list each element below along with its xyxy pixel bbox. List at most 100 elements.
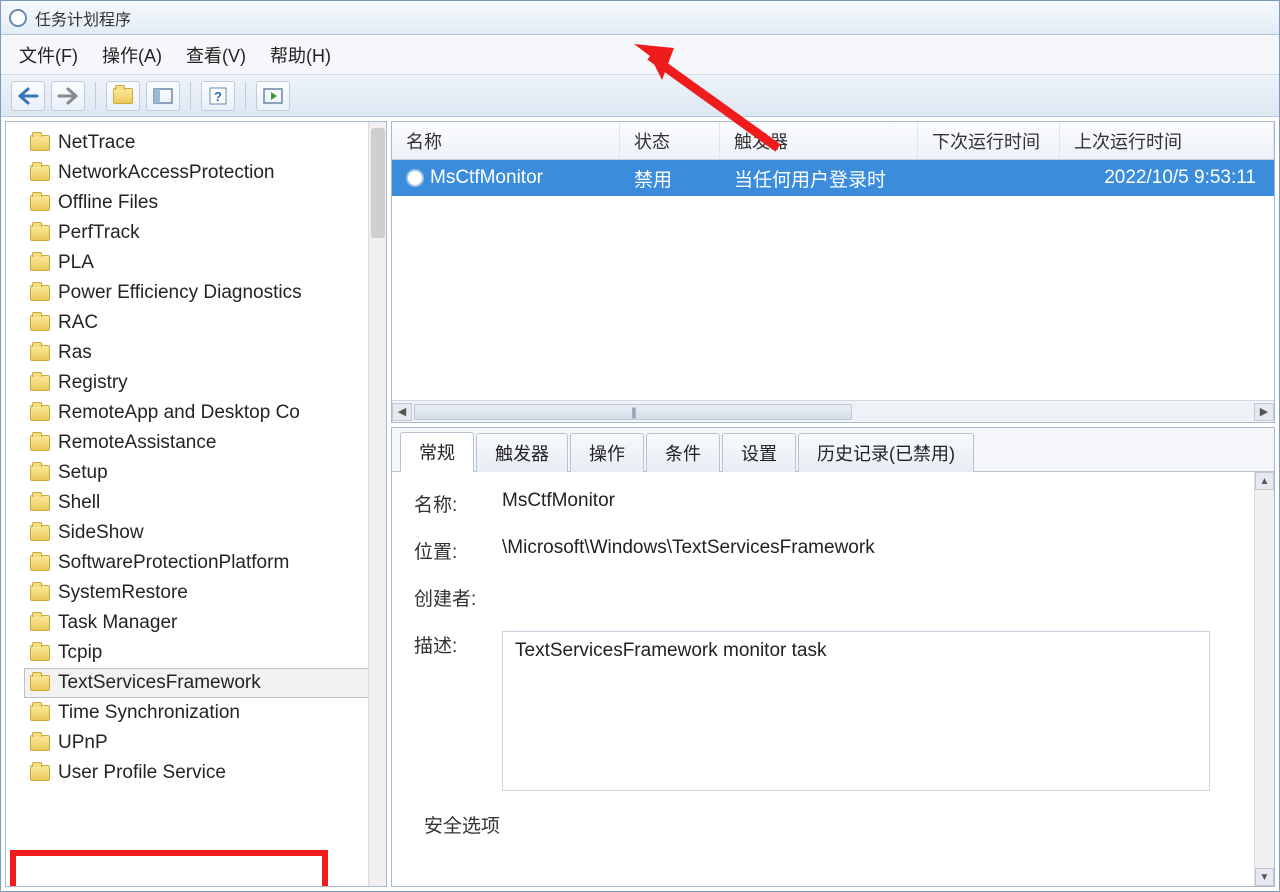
menu-action[interactable]: 操作(A) [102, 42, 162, 68]
cell-status: 禁用 [620, 160, 720, 196]
tab-actions[interactable]: 操作 [570, 433, 644, 472]
toolbar-separator [95, 82, 96, 110]
toolbar-separator [190, 82, 191, 110]
task-list-hscrollbar[interactable]: ◀ ||| ▶ [392, 400, 1274, 422]
cell-trigger: 当任何用户登录时 [720, 160, 918, 196]
tree-scrollbar-thumb[interactable] [371, 128, 385, 238]
detail-body: 名称: MsCtfMonitor 位置: \Microsoft\Windows\… [392, 472, 1274, 886]
menu-view[interactable]: 查看(V) [186, 42, 246, 68]
up-folder-button[interactable] [106, 81, 140, 111]
tree-scrollbar[interactable] [368, 122, 386, 886]
tab-general[interactable]: 常规 [400, 432, 474, 472]
tree-item[interactable]: SoftwareProtectionPlatform [24, 548, 386, 578]
right-pane: 名称 状态 触发器 下次运行时间 上次运行时间 MsCtfMonitor 禁用 … [389, 117, 1279, 891]
tree-item-label: RemoteApp and Desktop Co [58, 402, 300, 424]
nav-forward-button[interactable] [51, 81, 85, 111]
tree-item[interactable]: Power Efficiency Diagnostics [24, 278, 386, 308]
titlebar: 任务计划程序 [1, 1, 1279, 35]
vscroll-track[interactable] [1255, 490, 1274, 868]
folder-icon [30, 555, 50, 571]
menu-help[interactable]: 帮助(H) [270, 42, 331, 68]
task-row[interactable]: MsCtfMonitor 禁用 当任何用户登录时 2022/10/5 9:53:… [392, 160, 1274, 196]
detail-scrollbar[interactable]: ▲ ▼ [1254, 472, 1274, 886]
label-location: 位置: [414, 537, 502, 564]
folder-icon [30, 345, 50, 361]
col-status[interactable]: 状态 [620, 122, 720, 159]
tree-item[interactable]: UPnP [24, 728, 386, 758]
folder-icon [30, 255, 50, 271]
label-description: 描述: [414, 631, 502, 658]
tree-item[interactable]: Shell [24, 488, 386, 518]
detail-pane: 常规 触发器 操作 条件 设置 历史记录(已禁用) 名称: MsCtfMonit… [391, 427, 1275, 887]
vscroll-up[interactable]: ▲ [1255, 472, 1274, 490]
tree-item-label: User Profile Service [58, 762, 226, 784]
task-icon [406, 169, 424, 187]
tree-item[interactable]: NetTrace [24, 128, 386, 158]
tab-history[interactable]: 历史记录(已禁用) [798, 433, 974, 472]
run-button[interactable] [256, 81, 290, 111]
col-last-run[interactable]: 上次运行时间 [1060, 122, 1274, 159]
tree-item[interactable]: PerfTrack [24, 218, 386, 248]
task-list-header: 名称 状态 触发器 下次运行时间 上次运行时间 [392, 122, 1274, 160]
tree-item-label: Setup [58, 462, 108, 484]
tree-item[interactable]: PLA [24, 248, 386, 278]
folder-icon [30, 705, 50, 721]
panel-toggle-button[interactable] [146, 81, 180, 111]
tree-item[interactable]: TextServicesFramework [24, 668, 386, 698]
folder-icon [30, 225, 50, 241]
folder-icon [30, 675, 50, 691]
tree-item[interactable]: Ras [24, 338, 386, 368]
tree-item[interactable]: Task Manager [24, 608, 386, 638]
hscroll-right[interactable]: ▶ [1254, 403, 1274, 421]
folder-icon [30, 435, 50, 451]
task-name-text: MsCtfMonitor [430, 167, 543, 189]
tree-item[interactable]: RemoteAssistance [24, 428, 386, 458]
tab-settings[interactable]: 设置 [722, 433, 796, 472]
folder-icon [30, 195, 50, 211]
tree-item[interactable]: User Profile Service [24, 758, 386, 788]
nav-back-button[interactable] [11, 81, 45, 111]
tree-item-label: Registry [58, 372, 128, 394]
app-window: 任务计划程序 文件(F) 操作(A) 查看(V) 帮助(H) ? Ne [0, 0, 1280, 892]
tree-item[interactable]: RemoteApp and Desktop Co [24, 398, 386, 428]
toolbar: ? [1, 75, 1279, 117]
tree-item[interactable]: SystemRestore [24, 578, 386, 608]
tree-item-label: NetTrace [58, 132, 135, 154]
tab-triggers[interactable]: 触发器 [476, 433, 568, 472]
cell-last-run: 2022/10/5 9:53:11 [1060, 160, 1274, 196]
hscroll-track[interactable]: ||| [412, 403, 1254, 421]
menu-file[interactable]: 文件(F) [19, 42, 78, 68]
content-area: NetTrace NetworkAccessProtection Offline F… [1, 117, 1279, 891]
vscroll-down[interactable]: ▼ [1255, 868, 1274, 886]
col-name[interactable]: 名称 [392, 122, 620, 159]
tree-item-label: TextServicesFramework [58, 672, 261, 694]
hscroll-left[interactable]: ◀ [392, 403, 412, 421]
tree-item-label: NetworkAccessProtection [58, 162, 274, 184]
hscroll-thumb[interactable]: ||| [414, 404, 852, 420]
tree-item[interactable]: Offline Files [24, 188, 386, 218]
tree-item[interactable]: RAC [24, 308, 386, 338]
folder-icon [30, 525, 50, 541]
app-icon [9, 9, 27, 27]
toolbar-separator [245, 82, 246, 110]
tree-item[interactable]: Time Synchronization [24, 698, 386, 728]
annotation-highlight-box [10, 850, 328, 887]
help-button[interactable]: ? [201, 81, 235, 111]
description-box[interactable]: TextServicesFramework monitor task [502, 631, 1210, 791]
tree-item[interactable]: Setup [24, 458, 386, 488]
tree-item[interactable]: Registry [24, 368, 386, 398]
tree-item[interactable]: NetworkAccessProtection [24, 158, 386, 188]
svg-text:?: ? [214, 89, 222, 104]
window-title: 任务计划程序 [35, 6, 131, 30]
tree-item[interactable]: SideShow [24, 518, 386, 548]
col-trigger[interactable]: 触发器 [720, 122, 918, 159]
folder-icon [30, 585, 50, 601]
label-name: 名称: [414, 490, 502, 517]
tree-item-label: PLA [58, 252, 94, 274]
hscroll-grip-icon: ||| [631, 405, 634, 419]
tab-conditions[interactable]: 条件 [646, 433, 720, 472]
tree-item[interactable]: Tcpip [24, 638, 386, 668]
folder-icon [30, 495, 50, 511]
col-next-run[interactable]: 下次运行时间 [918, 122, 1060, 159]
tree-item-label: RemoteAssistance [58, 432, 216, 454]
